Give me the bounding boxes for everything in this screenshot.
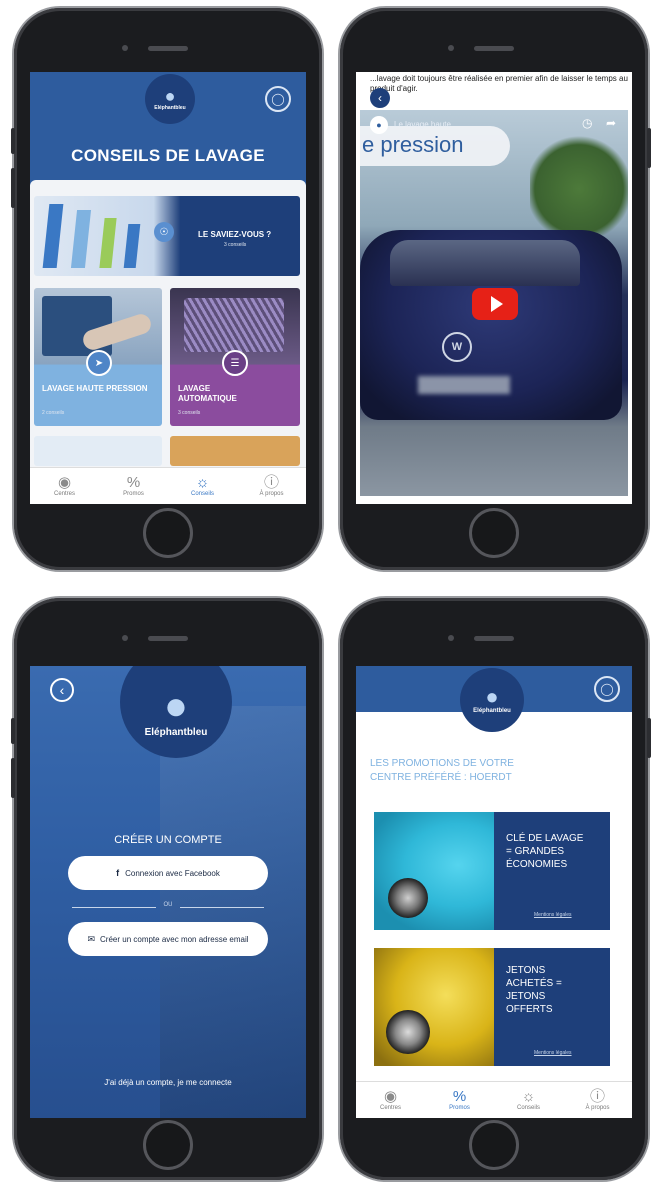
facebook-login-button[interactable]: f Connexion avec Facebook [68, 856, 268, 890]
email-signup-button[interactable]: ✉ Créer un compte avec mon adresse email [68, 922, 268, 956]
share-icon[interactable]: ➦ [606, 116, 616, 130]
trees-background [530, 134, 628, 244]
tab-bar: ◉ Centres % Promos ☼ Conseils ⓘ À propos [30, 467, 306, 504]
card-le-saviez-vous[interactable]: ☉ LE SAVIEZ-VOUS ? 3 conseils [34, 196, 300, 276]
tab-bar: ◉ Centres % Promos ☼ Conseils ⓘ À propos [356, 1081, 632, 1118]
screen-promotions: ● Eléphantbleu ◯ LES PROMOTIONS DE VOTRE… [356, 666, 632, 1118]
vw-logo-icon: W [442, 332, 472, 362]
card-partial-left[interactable] [34, 436, 162, 466]
card-title: LAVAGE AUTOMATIQUE [178, 384, 237, 403]
card-subtitle: 2 conseils [42, 410, 65, 416]
screen-signup: ‹ ● Eléphantbleu CRÉER UN COMPTE f Conne… [30, 666, 306, 1118]
or-label: OU [163, 902, 173, 908]
back-button[interactable]: ‹ [50, 678, 74, 702]
video-player[interactable]: e pression ● Le lavage haute ◷ ➦ W [360, 110, 628, 496]
email-button-label: Créer un compte avec mon adresse email [100, 934, 249, 944]
promo-title-line2: CENTRE PRÉFÉRÉ : HOERDT [370, 772, 512, 783]
profile-icon[interactable]: ◯ [594, 676, 620, 702]
create-account-title: CRÉER UN COMPTE [114, 834, 222, 846]
promo-card-title: CLÉ DE LAVAGE = GRANDES ÉCONOMIES [506, 833, 584, 870]
brand-logo: ● Eléphantbleu [145, 74, 195, 124]
card-subtitle: 3 conseils [224, 242, 247, 248]
background-photo [160, 706, 306, 1118]
tab-a-propos[interactable]: ⓘ À propos [563, 1082, 632, 1118]
badge-icon: ◉ [383, 1088, 398, 1105]
channel-avatar: ● [370, 116, 388, 134]
screen-video: ...lavage doit toujours être réalisée en… [356, 72, 632, 504]
divider-left [72, 907, 156, 908]
card-title: LAVAGE HAUTE PRESSION [42, 384, 148, 393]
info-icon: ⓘ [589, 1088, 605, 1105]
clock-icon[interactable]: ◷ [582, 116, 592, 130]
phone-frame-4: ● Eléphantbleu ◯ LES PROMOTIONS DE VOTRE… [340, 598, 651, 1180]
intro-text: ...lavage doit toujours être réalisée en… [370, 74, 628, 93]
phone-frame-3: ‹ ● Eléphantbleu CRÉER UN COMPTE f Conne… [11, 598, 322, 1180]
elephant-icon: ● [164, 86, 176, 106]
phone-frame-2: ...lavage doit toujours être réalisée en… [340, 8, 651, 570]
windshield [390, 240, 580, 286]
facebook-icon: f [116, 868, 120, 878]
elephant-icon: ● [163, 683, 189, 728]
divider-right [180, 907, 264, 908]
phone-frame-1: ● Eléphantbleu ◯ CONSEILS DE LAVAGE ☉ LE… [11, 8, 322, 570]
info-icon: ⓘ [263, 474, 279, 491]
card-lavage-haute-pression[interactable]: ➤ LAVAGE HAUTE PRESSION 2 conseils [34, 288, 162, 426]
percent-icon: % [452, 1088, 467, 1105]
tab-conseils[interactable]: ☼ Conseils [494, 1082, 563, 1118]
page-title: CONSEILS DE LAVAGE [71, 146, 265, 165]
tab-centres[interactable]: ◉ Centres [356, 1082, 425, 1118]
card-badge-icon: ☰ [222, 350, 248, 376]
video-overlay-text: e pression [362, 132, 464, 157]
home-button[interactable] [143, 508, 193, 558]
promo-card-title: JETONS ACHETÉS = JETONS OFFERTS [506, 965, 562, 1015]
card-partial-right[interactable] [170, 436, 300, 466]
facebook-button-label: Connexion avec Facebook [125, 868, 220, 878]
back-button[interactable]: ‹ [370, 88, 390, 108]
mentions-legales-link[interactable]: Mentions légales [534, 912, 572, 918]
tab-a-propos[interactable]: ⓘ À propos [237, 468, 306, 504]
yellow-car-image [374, 948, 494, 1066]
wheel [388, 878, 428, 918]
brush-image [184, 298, 284, 352]
card-lavage-automatique[interactable]: ☰ LAVAGE AUTOMATIQUE 3 conseils [170, 288, 300, 426]
percent-icon: % [126, 474, 141, 491]
blue-car-image [374, 812, 494, 930]
screen-conseils: ● Eléphantbleu ◯ CONSEILS DE LAVAGE ☉ LE… [30, 72, 306, 504]
tab-centres[interactable]: ◉ Centres [30, 468, 99, 504]
mail-icon: ✉ [87, 933, 96, 944]
brand-logo: ● Eléphantbleu [460, 668, 524, 732]
video-title: Le lavage haute [394, 120, 451, 129]
promo-card-2[interactable]: JETONS ACHETÉS = JETONS OFFERTS Mentions… [374, 948, 610, 1066]
promo-title-line1: LES PROMOTIONS DE VOTRE [370, 758, 514, 769]
tab-conseils[interactable]: ☼ Conseils [168, 468, 237, 504]
profile-icon[interactable]: ◯ [265, 86, 291, 112]
login-link[interactable]: J'ai déjà un compte, je me connecte [30, 1078, 306, 1087]
lightbulb-icon: ☼ [195, 474, 210, 491]
home-button[interactable] [469, 508, 519, 558]
promo-card-1[interactable]: CLÉ DE LAVAGE = GRANDES ÉCONOMIES Mentio… [374, 812, 610, 930]
card-subtitle: 3 conseils [178, 410, 201, 416]
home-button[interactable] [143, 1120, 193, 1170]
flags-illustration [42, 204, 166, 270]
card-title: LE SAVIEZ-VOUS ? [198, 230, 272, 239]
card-badge-icon: ☉ [154, 222, 174, 242]
badge-icon: ◉ [57, 474, 72, 491]
content-panel: ☉ LE SAVIEZ-VOUS ? 3 conseils ➤ LAVAGE H… [30, 180, 306, 468]
home-button[interactable] [469, 1120, 519, 1170]
license-plate [418, 376, 510, 394]
mentions-legales-link[interactable]: Mentions légales [534, 1050, 572, 1056]
elephant-icon: ● [485, 684, 499, 709]
tab-promos[interactable]: % Promos [99, 468, 168, 504]
lightbulb-icon: ☼ [521, 1088, 536, 1105]
youtube-play-button[interactable] [472, 288, 518, 320]
card-badge-icon: ➤ [86, 350, 112, 376]
tab-promos[interactable]: % Promos [425, 1082, 494, 1118]
wheel [386, 1010, 430, 1054]
